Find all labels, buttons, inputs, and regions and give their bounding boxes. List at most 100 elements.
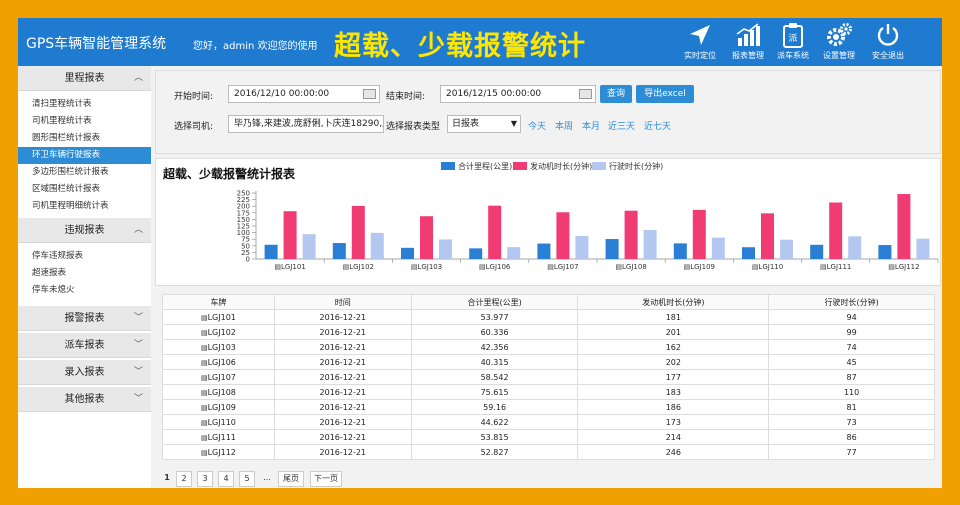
bar <box>370 232 384 259</box>
sidebar-section-violation[interactable]: 违规报表 ︿ <box>18 218 151 243</box>
query-button[interactable]: 查询 <box>600 85 632 103</box>
sidebar-section-other[interactable]: 其他报表 ﹀ <box>18 387 151 412</box>
plate-text: LGJ101 <box>207 312 236 322</box>
cell-driving-time: 86 <box>768 429 935 445</box>
cell-driving-time: 81 <box>768 399 935 415</box>
power-icon <box>877 24 899 46</box>
plate-text: LGJ103 <box>207 342 236 352</box>
sidebar-section-alarm[interactable]: 报警报表 ﹀ <box>18 306 151 331</box>
sidebar-item-sweep-mileage[interactable]: 清扫里程统计表 <box>18 96 151 113</box>
end-time-input[interactable]: 2016/12/15 00:00:00 <box>440 85 596 103</box>
chevron-down-icon: ﹀ <box>133 394 143 404</box>
calendar-icon[interactable] <box>363 89 376 99</box>
chevron-up-icon: ︿ <box>133 225 143 235</box>
cell-time: 2016-12-21 <box>273 414 412 430</box>
page-button[interactable]: 2 <box>176 471 192 487</box>
nav-label: 派车系统 <box>777 51 809 60</box>
nav-realtime-location[interactable]: 实时定位 <box>678 20 722 66</box>
cell-plate: ▤LGJ109 <box>162 399 275 415</box>
page-button[interactable]: 4 <box>218 471 234 487</box>
cell-plate: ▤LGJ108 <box>162 384 275 400</box>
quick-link-last-3-days[interactable]: 近三天 <box>608 119 635 132</box>
col-plate[interactable]: 车牌 <box>162 294 275 310</box>
nav-report-management[interactable]: 报表管理 <box>726 20 770 66</box>
cell-engine-time: 246 <box>577 444 770 460</box>
cell-plate: ▤LGJ102 <box>162 324 275 340</box>
export-excel-button[interactable]: 导出excel <box>636 85 694 103</box>
sidebar-item-area-fence[interactable]: 区域围栏统计报表 <box>18 181 151 198</box>
location-arrow-icon <box>690 25 710 45</box>
table-row[interactable]: ▤LGJ108 2016-12-21 75.615 183 110 <box>162 384 935 400</box>
sidebar-item-driver-mileage[interactable]: 司机里程统计表 <box>18 113 151 130</box>
quick-link-today[interactable]: 今天 <box>528 119 546 132</box>
cell-mileage: 60.336 <box>410 324 579 340</box>
cell-plate: ▤LGJ107 <box>162 369 275 385</box>
cell-engine-time: 201 <box>577 324 770 340</box>
table-row[interactable]: ▤LGJ109 2016-12-21 59.16 186 81 <box>162 399 935 415</box>
table-row[interactable]: ▤LGJ103 2016-12-21 42.356 162 74 <box>162 339 935 355</box>
driver-select-input[interactable]: 毕乃锋,来建波,庞舒俐,卜庆连18290,周 <box>228 115 384 133</box>
table-row[interactable]: ▤LGJ106 2016-12-21 40.315 202 45 <box>162 354 935 370</box>
table-row[interactable]: ▤LGJ101 2016-12-21 53.977 181 94 <box>162 309 935 325</box>
cell-time: 2016-12-21 <box>273 339 412 355</box>
col-total-mileage[interactable]: 合计里程(公里) <box>410 294 579 310</box>
col-time[interactable]: 时间 <box>273 294 412 310</box>
vehicle-icon: ▤ <box>200 403 208 412</box>
report-table: 车牌 时间 合计里程(公里) 发动机时长(分钟) 行驶时长(分钟) ▤LGJ10… <box>162 294 935 460</box>
start-time-input[interactable]: 2016/12/10 00:00:00 <box>228 85 380 103</box>
sidebar-section-entry[interactable]: 录入报表 ﹀ <box>18 360 151 385</box>
nav-label: 实时定位 <box>684 51 716 60</box>
cell-engine-time: 162 <box>577 339 770 355</box>
cell-driving-time: 99 <box>768 324 935 340</box>
app-title: GPS车辆智能管理系统 <box>26 36 167 52</box>
nav-dispatch-system[interactable]: 派 派车系统 <box>771 20 815 66</box>
sidebar-item-parking-violation[interactable]: 停车违规报表 <box>18 248 151 265</box>
top-header: GPS车辆智能管理系统 您好，admin 欢迎您的使用 超载、少载报警统计 实时… <box>18 18 942 66</box>
sidebar-item-circle-fence[interactable]: 圆形围栏统计报表 <box>18 130 151 147</box>
sidebar-item-idle-engine[interactable]: 停车未熄火 <box>18 282 151 299</box>
start-time-label: 开始时间: <box>174 92 214 102</box>
cell-mileage: 52.827 <box>410 444 579 460</box>
sidebar-item-speeding[interactable]: 超速报表 <box>18 265 151 282</box>
cell-plate: ▤LGJ101 <box>162 309 275 325</box>
cell-time: 2016-12-21 <box>273 309 412 325</box>
col-engine-time[interactable]: 发动机时长(分钟) <box>577 294 770 310</box>
x-tick-label: ▤LGJ111 <box>820 263 851 271</box>
bar <box>420 216 433 259</box>
sidebar-item-driver-mileage-detail[interactable]: 司机里程明细统计表 <box>18 198 151 215</box>
plate-text: LGJ109 <box>207 402 236 412</box>
table-row[interactable]: ▤LGJ107 2016-12-21 58.542 177 87 <box>162 369 935 385</box>
sidebar-section-dispatch[interactable]: 派车报表 ﹀ <box>18 333 151 358</box>
cell-engine-time: 214 <box>577 429 770 445</box>
bar <box>711 237 725 259</box>
cell-time: 2016-12-21 <box>273 369 412 385</box>
quick-link-last-7-days[interactable]: 近七天 <box>644 119 671 132</box>
plate-text: LGJ112 <box>207 447 236 457</box>
report-type-select[interactable]: 日报表 ▼ <box>447 115 521 133</box>
nav-logout[interactable]: 安全退出 <box>866 20 910 66</box>
next-page-button[interactable]: 下一页 <box>310 471 342 487</box>
page-button[interactable]: 3 <box>197 471 213 487</box>
calendar-icon[interactable] <box>579 89 592 99</box>
cell-time: 2016-12-21 <box>273 444 412 460</box>
quick-link-this-month[interactable]: 本月 <box>582 119 600 132</box>
nav-settings[interactable]: 设置管理 <box>817 20 861 66</box>
table-row[interactable]: ▤LGJ111 2016-12-21 53.815 214 86 <box>162 429 935 445</box>
col-driving-time[interactable]: 行驶时长(分钟) <box>768 294 935 310</box>
table-row[interactable]: ▤LGJ110 2016-12-21 44.622 173 73 <box>162 414 935 430</box>
cell-engine-time: 181 <box>577 309 770 325</box>
cell-engine-time: 183 <box>577 384 770 400</box>
page-button[interactable]: 5 <box>239 471 255 487</box>
table-row[interactable]: ▤LGJ112 2016-12-21 52.827 246 77 <box>162 444 935 460</box>
section-title: 派车报表 <box>64 340 105 351</box>
bar <box>643 229 657 259</box>
sidebar-section-mileage[interactable]: 里程报表 ︿ <box>18 66 151 91</box>
sidebar-item-sanitation-driving[interactable]: 环卫车辆行驶报表 <box>18 147 151 164</box>
cell-mileage: 58.542 <box>410 369 579 385</box>
table-row[interactable]: ▤LGJ102 2016-12-21 60.336 201 99 <box>162 324 935 340</box>
sidebar-item-polygon-fence[interactable]: 多边形围栏统计报表 <box>18 164 151 181</box>
last-page-button[interactable]: 尾页 <box>278 471 304 487</box>
quick-link-this-week[interactable]: 本周 <box>555 119 573 132</box>
bar <box>624 210 638 259</box>
cell-mileage: 44.622 <box>410 414 579 430</box>
